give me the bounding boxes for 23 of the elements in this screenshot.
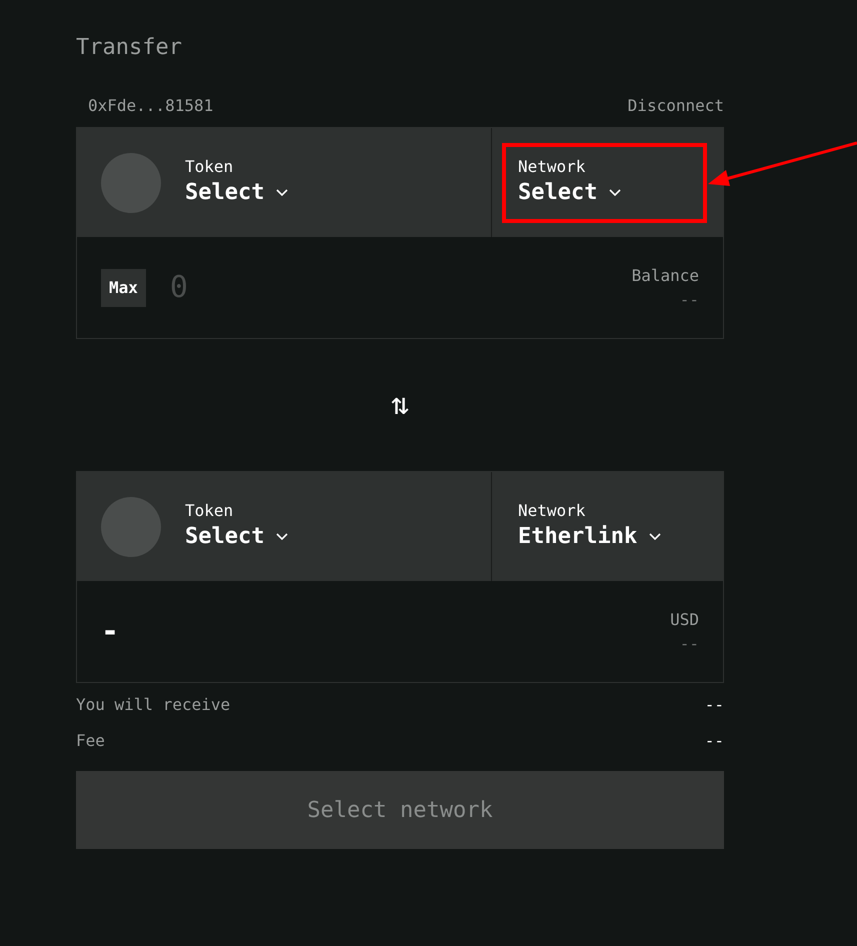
summary-value: --: [704, 730, 724, 752]
side-label: Balance: [632, 264, 699, 286]
summary-label: You will receive: [76, 694, 230, 716]
amount-value: -: [101, 613, 120, 651]
swap-direction-button[interactable]: ⇅: [390, 377, 410, 433]
side-label: USD: [670, 608, 699, 630]
summary-value: --: [704, 694, 724, 716]
max-button[interactable]: Max: [101, 268, 146, 306]
token-selector[interactable]: Token Select: [185, 156, 288, 208]
chevron-down-icon: [609, 189, 622, 196]
chevron-down-icon: [276, 533, 288, 540]
page-title: Transfer: [76, 34, 183, 62]
side-value: --: [680, 632, 699, 654]
chevron-down-icon: [276, 189, 288, 196]
wallet-address: 0xFde...81581: [88, 95, 214, 117]
network-selector[interactable]: Network Etherlink: [502, 486, 707, 566]
disconnect-link[interactable]: Disconnect: [628, 94, 724, 118]
summary-label: Fee: [76, 730, 105, 752]
side-value: --: [680, 288, 699, 310]
amount-input[interactable]: 0: [170, 265, 632, 310]
network-selector[interactable]: Network Select: [502, 142, 707, 222]
chevron-down-icon: [649, 533, 662, 540]
token-selector[interactable]: Token Select: [185, 500, 288, 552]
